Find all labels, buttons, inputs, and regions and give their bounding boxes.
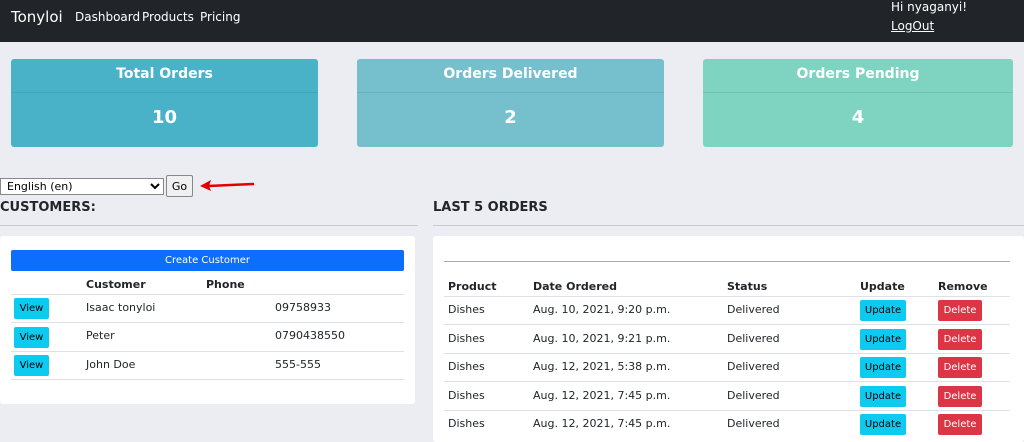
row-divider [444, 324, 1010, 325]
nav-dashboard-link[interactable]: Dashboard [75, 10, 140, 24]
divider [433, 225, 1024, 226]
red-arrow-icon [200, 180, 255, 191]
divider [0, 225, 418, 226]
row-divider [11, 351, 404, 352]
row-divider [11, 294, 404, 295]
customer-column-header: Customer [86, 278, 146, 291]
order-product: Dishes [448, 360, 485, 373]
delete-order-button[interactable]: Delete [938, 357, 982, 378]
customer-name: Peter [86, 329, 115, 342]
top-navbar: Tonyloi Dashboard Products Pricing Hi ny… [0, 0, 1024, 42]
customer-name: Isaac tonyloi [86, 301, 156, 314]
divider [444, 261, 1010, 262]
card-value: 10 [151, 107, 178, 128]
order-status: Delivered [727, 360, 780, 373]
order-date: Aug. 10, 2021, 9:20 p.m. [533, 303, 671, 316]
delete-order-button[interactable]: Delete [938, 300, 982, 321]
date-column-header: Date Ordered [533, 280, 617, 293]
delete-order-button[interactable]: Delete [938, 414, 982, 435]
delete-order-button[interactable]: Delete [938, 386, 982, 407]
customer-phone: 09758933 [275, 301, 331, 314]
order-product: Dishes [448, 417, 485, 430]
row-divider [444, 410, 1010, 411]
remove-column-header: Remove [938, 280, 988, 293]
order-status: Delivered [727, 332, 780, 345]
order-date: Aug. 10, 2021, 9:21 p.m. [533, 332, 671, 345]
order-date: Aug. 12, 2021, 7:45 p.m. [533, 389, 671, 402]
customers-title: CUSTOMERS: [0, 200, 96, 215]
user-greeting: Hi nyaganyi! [891, 0, 968, 14]
card-value: 4 [851, 107, 865, 128]
order-product: Dishes [448, 389, 485, 402]
view-customer-button[interactable]: View [14, 298, 49, 319]
row-divider [11, 322, 404, 323]
row-divider [444, 381, 1010, 382]
update-order-button[interactable]: Update [860, 386, 906, 407]
language-select[interactable]: English (en) [0, 178, 164, 195]
brand-link[interactable]: Tonyloi [11, 8, 63, 26]
customer-phone: 555-555 [275, 358, 321, 371]
orders-title: LAST 5 ORDERS [433, 200, 548, 215]
order-date: Aug. 12, 2021, 7:45 p.m. [533, 417, 671, 430]
customer-name: John Doe [86, 358, 136, 371]
order-date: Aug. 12, 2021, 5:38 p.m. [533, 360, 671, 373]
order-status: Delivered [727, 389, 780, 402]
customer-phone: 0790438550 [275, 329, 345, 342]
orders-delivered-card: Orders Delivered 2 [357, 59, 664, 147]
update-order-button[interactable]: Update [860, 329, 906, 350]
go-button[interactable]: Go [166, 175, 193, 197]
update-column-header: Update [860, 280, 905, 293]
view-customer-button[interactable]: View [14, 327, 49, 348]
card-value: 2 [504, 107, 517, 128]
row-divider [444, 353, 1010, 354]
update-order-button[interactable]: Update [860, 414, 906, 435]
view-customer-button[interactable]: View [14, 355, 49, 376]
order-product: Dishes [448, 332, 485, 345]
nav-pricing-link[interactable]: Pricing [200, 10, 240, 24]
nav-products-link[interactable]: Products [142, 10, 194, 24]
order-product: Dishes [448, 303, 485, 316]
row-divider [11, 379, 404, 380]
status-column-header: Status [727, 280, 768, 293]
logout-link[interactable]: LogOut [891, 19, 934, 33]
phone-column-header: Phone [206, 278, 245, 291]
card-title: Orders Pending [703, 59, 1013, 93]
update-order-button[interactable]: Update [860, 300, 906, 321]
orders-pending-card: Orders Pending 4 [703, 59, 1013, 147]
row-divider [444, 296, 1010, 297]
update-order-button[interactable]: Update [860, 357, 906, 378]
card-title: Total Orders [11, 59, 318, 93]
total-orders-card: Total Orders 10 [11, 59, 318, 147]
order-status: Delivered [727, 417, 780, 430]
card-title: Orders Delivered [357, 59, 664, 93]
delete-order-button[interactable]: Delete [938, 329, 982, 350]
order-status: Delivered [727, 303, 780, 316]
create-customer-button[interactable]: Create Customer [11, 250, 404, 271]
product-column-header: Product [448, 280, 497, 293]
